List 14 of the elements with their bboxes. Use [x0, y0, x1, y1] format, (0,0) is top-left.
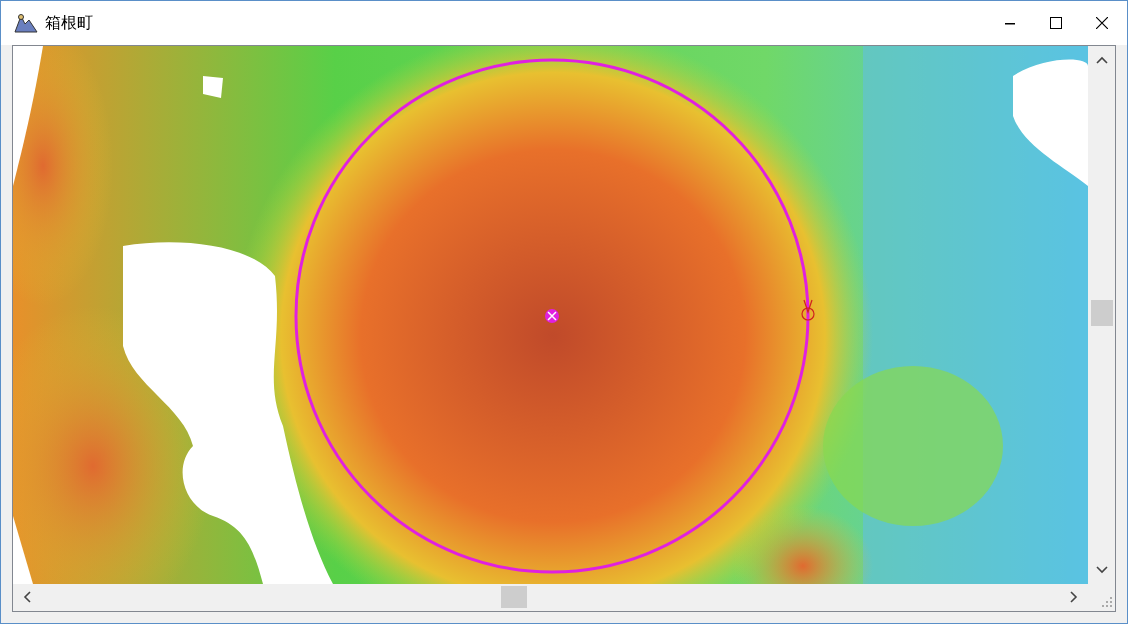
app-icon	[13, 12, 39, 34]
scrollbar-thumb[interactable]	[501, 586, 527, 608]
scroll-right-icon[interactable]	[1070, 591, 1078, 603]
resize-grip-icon[interactable]	[1102, 597, 1112, 607]
maximize-icon	[1050, 17, 1062, 29]
scroll-left-icon[interactable]	[23, 591, 31, 603]
scrollbar-thumb[interactable]	[1090, 300, 1113, 326]
minimize-icon	[1005, 21, 1015, 25]
scroll-down-icon[interactable]	[1095, 566, 1108, 574]
scroll-up-icon[interactable]	[1095, 56, 1108, 64]
close-icon	[1096, 17, 1108, 29]
window-title: 箱根町	[45, 13, 93, 33]
point-marker	[801, 299, 815, 321]
target-marker	[545, 309, 559, 323]
